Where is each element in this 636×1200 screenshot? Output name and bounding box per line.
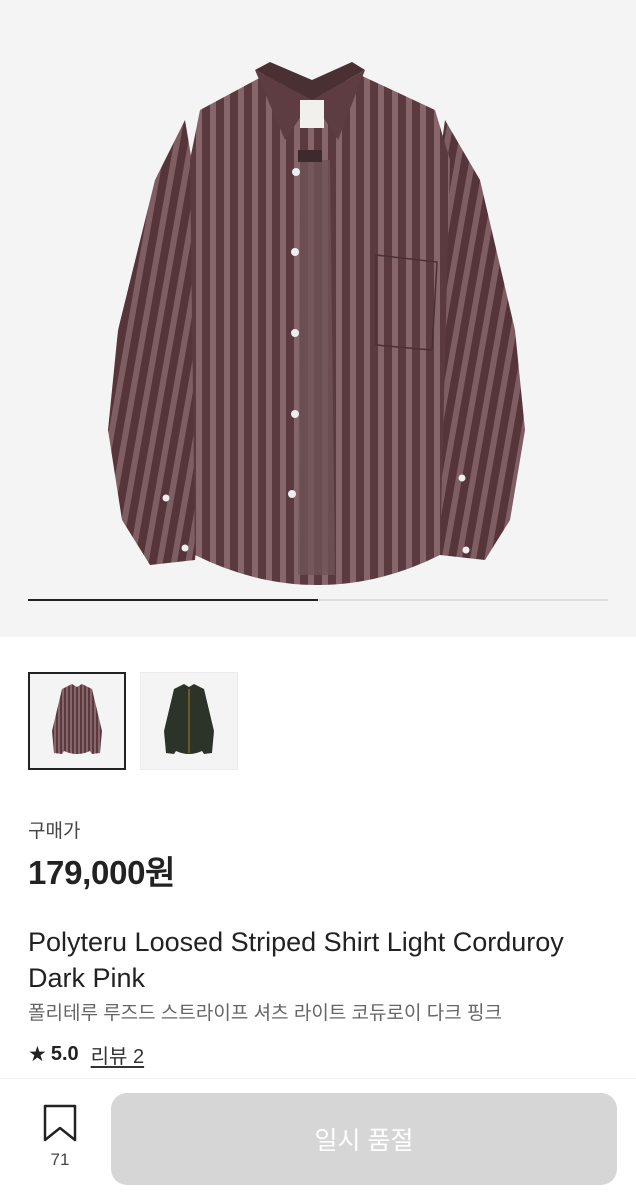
product-subtitle: 폴리테루 루즈드 스트라이프 셔츠 라이트 코듀로이 다크 핑크 (28, 1003, 502, 1024)
price-label: 구매가 (28, 821, 81, 842)
gallery-progress-bar (28, 599, 608, 601)
thumbnail-dark-pink[interactable] (28, 672, 126, 770)
gallery-progress-fill (28, 599, 318, 601)
thumbnail-list (28, 672, 238, 770)
soldout-button[interactable]: 일시 품절 (111, 1093, 617, 1185)
rating-value: 5.0 (50, 1043, 79, 1065)
bookmark-count: 71 (50, 1150, 70, 1169)
price-value: 179,000원 (28, 854, 176, 891)
shirt-thumbnail-image (52, 684, 102, 754)
star-icon: ★ (28, 1043, 47, 1066)
footer-divider (0, 1078, 636, 1079)
product-image (108, 62, 525, 585)
product-title: Polyteru Loosed Striped Shirt Light Cord… (28, 927, 564, 993)
reviews-link[interactable]: 리뷰 2 (91, 1040, 144, 1069)
rating-row: ★ 5.0 리뷰 2 (28, 1040, 144, 1069)
product-image-gallery[interactable] (0, 0, 636, 637)
shirt-thumbnail-image (164, 684, 214, 754)
bookmark-button[interactable]: 71 (30, 1104, 90, 1170)
bookmark-icon (43, 1104, 77, 1142)
thumbnail-dark-green[interactable] (140, 672, 238, 770)
